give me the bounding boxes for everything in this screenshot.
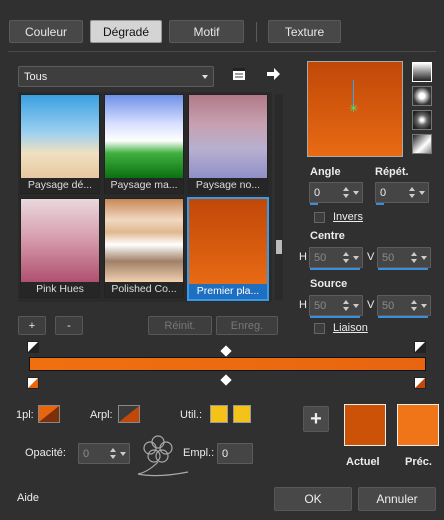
chevron-down-icon	[202, 74, 208, 79]
preset-manager-icon[interactable]	[231, 66, 247, 82]
tab-degrade[interactable]: Dégradé	[90, 20, 162, 43]
source-v-slider[interactable]	[378, 316, 428, 318]
help-link[interactable]: Aide	[17, 492, 39, 504]
preset-label: Polished Co...	[105, 282, 183, 297]
flower-watermark-icon	[128, 428, 198, 483]
centre-h-slider[interactable]	[310, 268, 360, 270]
centre-v-input[interactable]: 50	[377, 247, 431, 270]
source-h-value: 50	[314, 299, 327, 312]
angle-slider[interactable]	[310, 203, 318, 205]
preset-thumb-6-selected[interactable]: Premier pla...	[187, 197, 269, 301]
source-v-input[interactable]: 50	[377, 295, 431, 318]
rectangular-style-button[interactable]	[412, 86, 432, 106]
gradient-bar[interactable]	[29, 357, 426, 371]
angle-input[interactable]: 0	[309, 182, 363, 205]
reset-preset-button[interactable]: Réinit.	[148, 316, 212, 335]
tab-separator	[256, 22, 257, 42]
current-color-swatch[interactable]	[344, 404, 386, 446]
sunburst-style-button[interactable]	[412, 110, 432, 130]
gradient-stop-top-left[interactable]	[27, 341, 39, 353]
location-value: 0	[222, 447, 229, 460]
centre-label: Centre	[310, 230, 345, 242]
centre-v-label: V	[367, 251, 375, 263]
preset-label: Premier pla...	[189, 284, 267, 299]
preset-thumb-3[interactable]: Paysage no...	[188, 94, 268, 194]
centre-h-value: 50	[314, 251, 327, 264]
ok-button[interactable]: OK	[274, 487, 352, 511]
preset-label: Paysage ma...	[105, 178, 183, 193]
link-label: Liaison	[333, 322, 368, 334]
preset-category-value: Tous	[24, 70, 48, 83]
save-preset-button[interactable]: Enreg.	[216, 316, 278, 335]
gradient-preview[interactable]: ✳	[307, 61, 403, 157]
radial-style-button[interactable]	[412, 134, 432, 154]
gallery-scrollbar[interactable]	[275, 94, 283, 300]
source-v-value: 50	[382, 299, 395, 312]
add-preset-button[interactable]: +	[18, 316, 46, 335]
preset-label: Paysage dé...	[21, 178, 99, 193]
opacity-label: Opacité:	[25, 447, 66, 459]
preset-label: Pink Hues	[21, 282, 99, 297]
foreground-label: 1pl:	[16, 409, 34, 421]
preset-thumb-4[interactable]: Pink Hues	[20, 198, 100, 298]
preset-label: Paysage no...	[189, 178, 267, 193]
source-label: Source	[310, 278, 348, 290]
preset-thumb-1[interactable]: Paysage dé...	[20, 94, 100, 194]
repeat-input[interactable]: 0	[375, 182, 429, 205]
source-v-label: V	[367, 299, 375, 311]
gradient-stop-bottom-left[interactable]	[27, 377, 39, 389]
opacity-input[interactable]: 0	[78, 443, 130, 464]
scrollbar-thumb[interactable]	[276, 240, 282, 254]
background-stop-button[interactable]	[118, 405, 140, 423]
foreground-stop-button[interactable]	[38, 405, 60, 423]
angle-value: 0	[314, 186, 321, 199]
gradient-center-marker[interactable]: ✳	[349, 104, 358, 115]
user-color-swatch-2[interactable]	[233, 405, 251, 423]
background-label: Arpl:	[90, 409, 113, 421]
tab-motif[interactable]: Motif	[169, 20, 244, 43]
user-color-label: Util.:	[180, 409, 202, 421]
centre-v-value: 50	[382, 251, 395, 264]
preset-thumb-5[interactable]: Polished Co...	[104, 198, 184, 298]
invert-checkbox[interactable]	[314, 212, 325, 223]
previous-color-swatch[interactable]	[397, 404, 439, 446]
opacity-value: 0	[83, 447, 90, 460]
source-h-label: H	[299, 299, 307, 311]
repeat-label: Répét.	[375, 166, 409, 178]
repeat-slider[interactable]	[376, 203, 384, 205]
add-color-button[interactable]: +	[303, 406, 329, 432]
tab-texture[interactable]: Texture	[268, 20, 341, 43]
link-checkbox[interactable]	[314, 323, 325, 334]
source-h-input[interactable]: 50	[309, 295, 363, 318]
tab-couleur[interactable]: Couleur	[9, 20, 83, 43]
remove-preset-button[interactable]: -	[55, 316, 83, 335]
divider-top	[8, 51, 436, 52]
preset-thumb-2[interactable]: Paysage ma...	[104, 94, 184, 194]
repeat-value: 0	[380, 186, 387, 199]
gradient-stop-top-right[interactable]	[414, 341, 426, 353]
angle-label: Angle	[310, 166, 341, 178]
midpoint-marker-top[interactable]	[220, 345, 232, 357]
location-input[interactable]: 0	[217, 443, 253, 464]
centre-h-input[interactable]: 50	[309, 247, 363, 270]
source-h-slider[interactable]	[310, 316, 360, 318]
centre-v-slider[interactable]	[378, 268, 428, 270]
arrow-right-icon[interactable]	[265, 66, 281, 82]
gradient-stop-bottom-right[interactable]	[414, 377, 426, 389]
midpoint-marker-bottom[interactable]	[220, 374, 232, 386]
previous-color-label: Préc.	[405, 456, 432, 468]
invert-label: Invers	[333, 211, 363, 223]
linear-style-button[interactable]	[412, 62, 432, 82]
centre-h-label: H	[299, 251, 307, 263]
user-color-swatch-1[interactable]	[210, 405, 228, 423]
current-color-label: Actuel	[346, 456, 380, 468]
preset-category-dropdown[interactable]: Tous	[18, 66, 214, 87]
cancel-button[interactable]: Annuler	[358, 487, 436, 511]
